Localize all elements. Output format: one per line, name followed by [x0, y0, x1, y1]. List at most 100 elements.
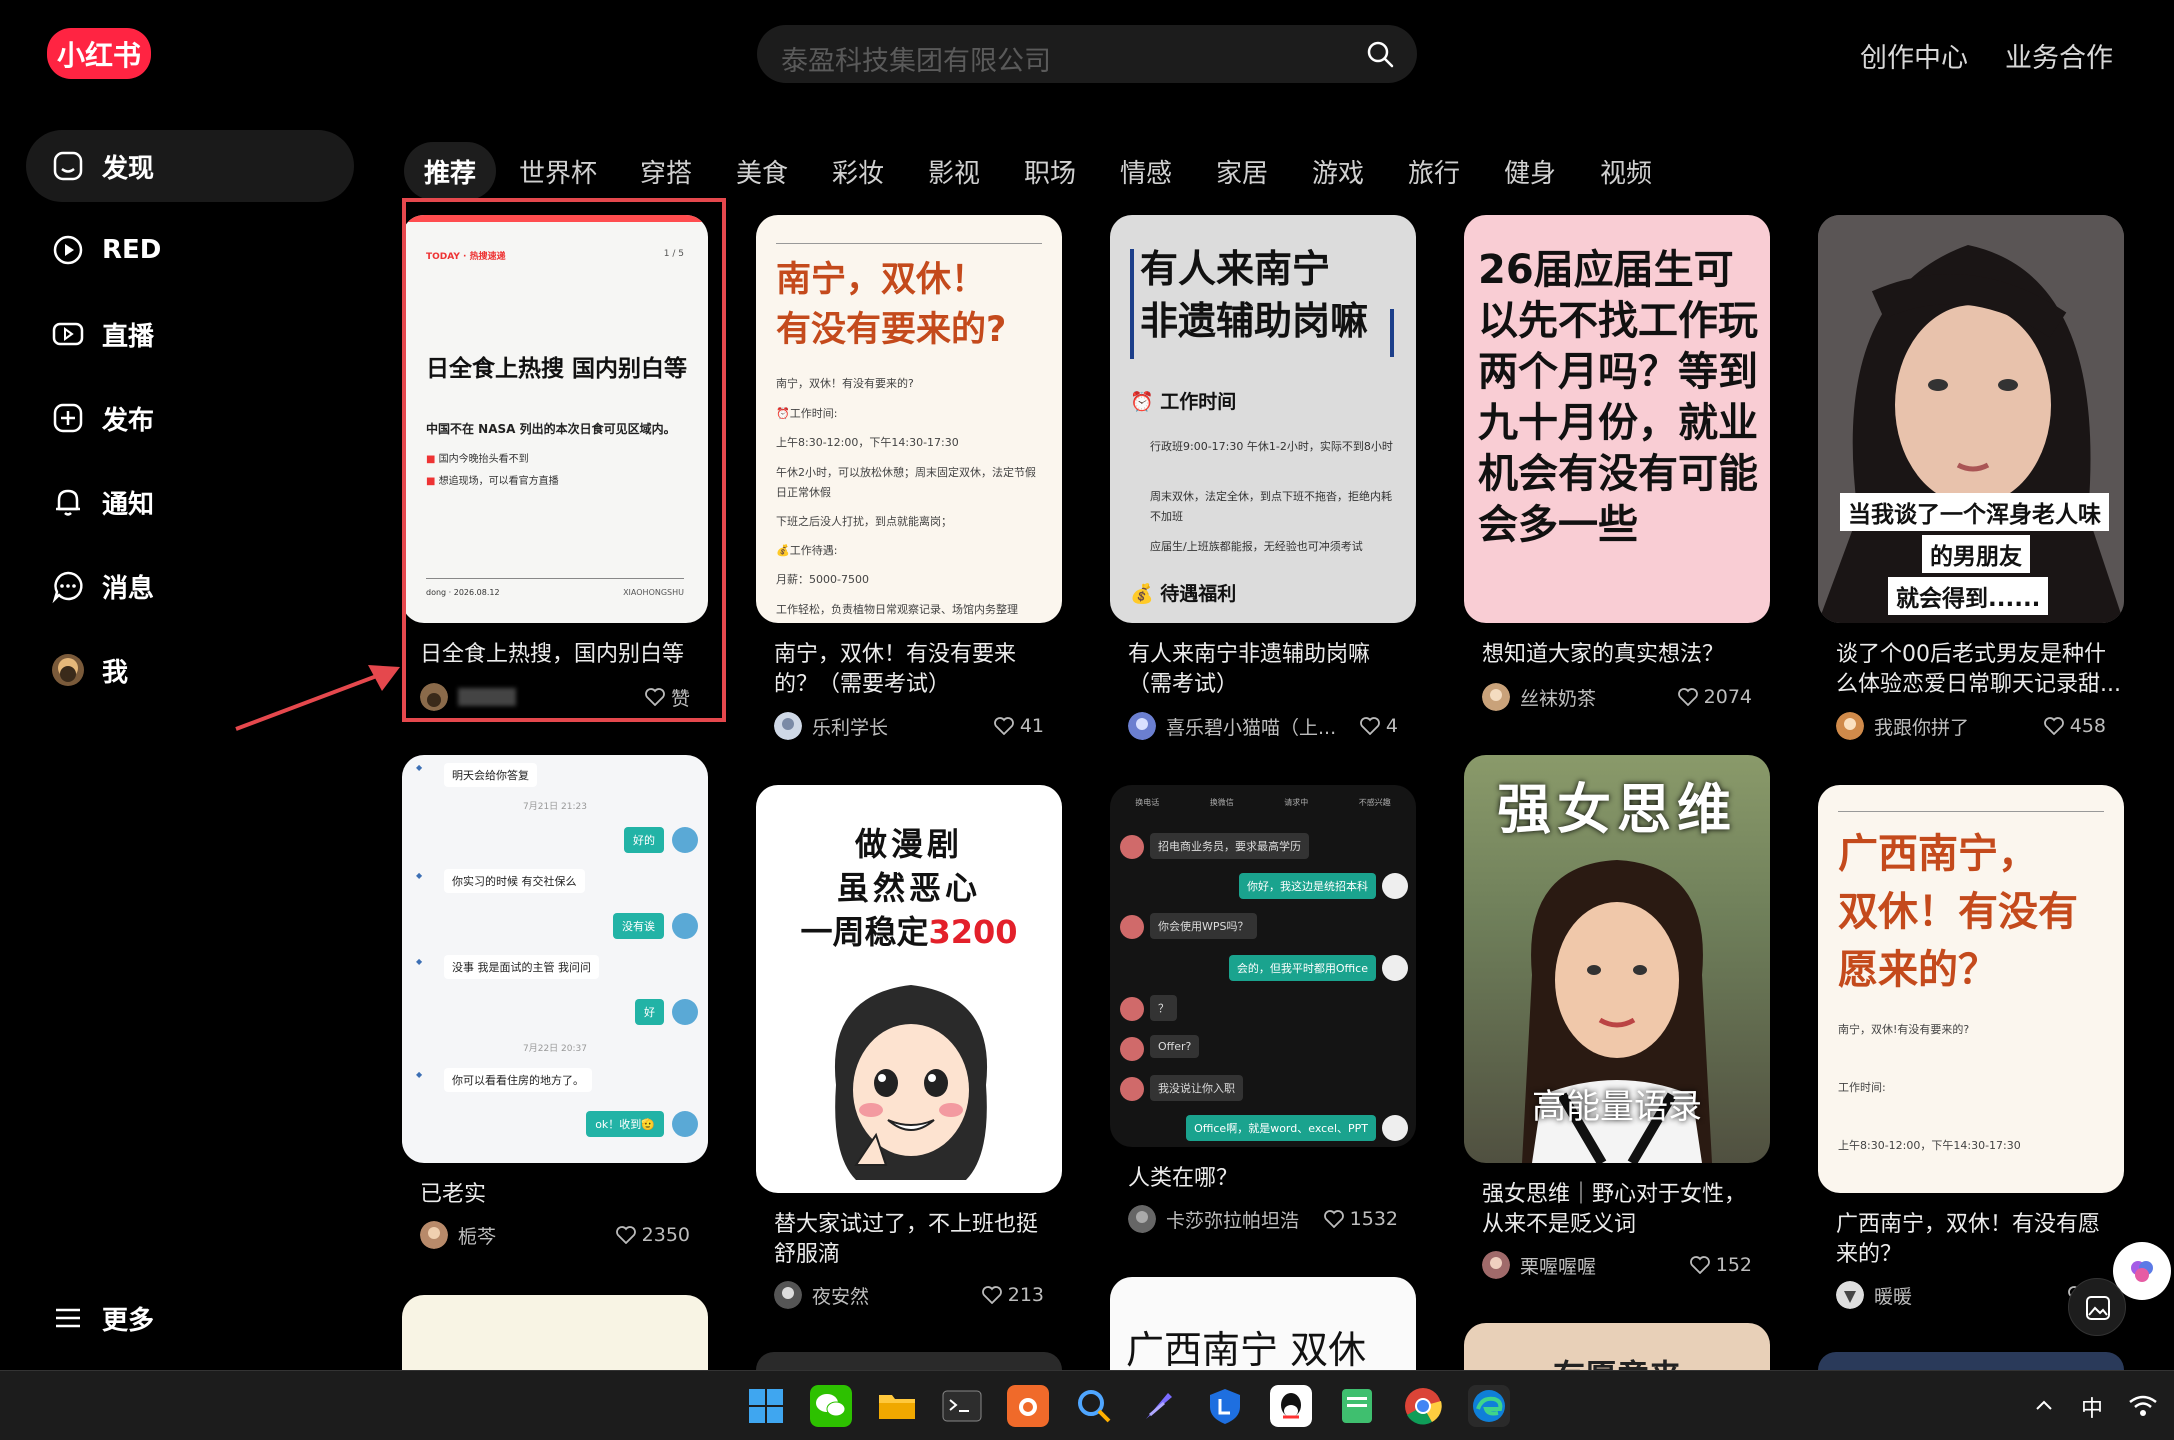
cover-line: 下班之后没人打扰，到点就能离岗；: [776, 515, 952, 528]
tab-fashion[interactable]: 穿搭: [626, 142, 706, 200]
card-cover[interactable]: 有愿意来: [1464, 1323, 1770, 1370]
heart-icon: [1360, 717, 1380, 735]
chrome-icon[interactable]: [1402, 1385, 1444, 1427]
card-cover[interactable]: 有人来南宁 非遗辅助岗嘛 ⏰ 工作时间 行政班9:00-17:30 午休1-2小…: [1110, 215, 1416, 623]
sidebar-label: RED: [102, 235, 162, 265]
feather-app-icon[interactable]: [1138, 1385, 1180, 1427]
card-author[interactable]: 卡莎弥拉帕坦浩: [1128, 1204, 1299, 1234]
tab-games[interactable]: 游戏: [1298, 142, 1378, 200]
card-author[interactable]: 暖暖: [1836, 1280, 1912, 1310]
search-icon[interactable]: [1365, 39, 1395, 69]
author-avatar: [1482, 1251, 1510, 1279]
tab-film[interactable]: 影视: [914, 142, 994, 200]
like-button[interactable]: 1532: [1323, 1204, 1398, 1234]
like-button[interactable]: 2350: [615, 1220, 690, 1250]
tab-makeup[interactable]: 彩妆: [818, 142, 898, 200]
wechat-icon[interactable]: [810, 1385, 852, 1427]
author-avatar: [1128, 712, 1156, 740]
sidebar-item-live[interactable]: 直播: [26, 298, 354, 370]
image-tool-button[interactable]: [2068, 1278, 2126, 1336]
sidebar-item-publish[interactable]: 发布: [26, 382, 354, 454]
sidebar-item-discover[interactable]: 发现: [26, 130, 354, 202]
chat-message: 我没说让你入职: [1150, 1075, 1243, 1101]
card-author[interactable]: 栗喔喔喔: [1482, 1250, 1596, 1280]
chat-message: 你可以看看住房的地方了。: [444, 1068, 592, 1092]
tab-food[interactable]: 美食: [722, 142, 802, 200]
card-title[interactable]: 已老实: [420, 1180, 705, 1210]
author-name: 乐利学长: [812, 716, 889, 739]
search-box[interactable]: 泰盈科技集团有限公司: [757, 25, 1417, 83]
heart-icon: [1689, 1256, 1710, 1274]
card-cover[interactable]: [402, 1295, 708, 1370]
cover-line: 💰工作待遇:: [776, 544, 838, 557]
card-cover[interactable]: 广西南宁， 双休！有没有 愿来的？ 南宁，双休!有没有要来的? 工作时间: 上午…: [1818, 785, 2124, 1193]
tab-travel[interactable]: 旅行: [1394, 142, 1474, 200]
card-title[interactable]: 强女思维｜野心对于女性，从来不是贬义词: [1482, 1180, 1767, 1240]
chevron-up-icon[interactable]: [2033, 1395, 2055, 1417]
card-cover[interactable]: 南宁，双休！ 有没有要来的? 南宁，双休！有没有要来的? ⏰工作时间: 上午8:…: [756, 215, 1062, 623]
card-title[interactable]: 南宁，双休！有没有要来的？（需要考试）: [774, 640, 1059, 700]
card-cover[interactable]: 做漫剧 虽然恶心 一周稳定3200: [756, 785, 1062, 1193]
card-cover[interactable]: 换电话 换微信 请求中 不感兴趣 招电商业务员，要求最高学历 你好，我这边是统招…: [1110, 785, 1416, 1147]
card-author[interactable]: 乐利学长: [774, 711, 888, 741]
tab-world-cup[interactable]: 世界杯: [510, 142, 606, 200]
card-author[interactable]: 我跟你拼了: [1836, 711, 1969, 741]
tab-emotion[interactable]: 情感: [1106, 142, 1186, 200]
tab-home[interactable]: 家居: [1202, 142, 1282, 200]
file-explorer-icon[interactable]: [876, 1385, 918, 1427]
terminal-icon[interactable]: [941, 1385, 983, 1427]
chat-message: 你会使用WPS吗？: [1150, 913, 1257, 939]
like-button[interactable]: 458: [2043, 711, 2106, 741]
xiaohongshu-logo[interactable]: 小红书: [47, 28, 151, 79]
chat-tab: 请求中: [1284, 798, 1309, 807]
search-app-icon[interactable]: [1073, 1385, 1115, 1427]
shield-app-icon[interactable]: [1204, 1385, 1246, 1427]
like-button[interactable]: 41: [993, 711, 1044, 741]
tab-recommend[interactable]: 推荐: [404, 142, 496, 200]
card-cover[interactable]: [1818, 1352, 2124, 1370]
card-cover[interactable]: 26届应届生可以先不找工作玩两个月吗？等到九十月份，就业机会有没有可能会多一些: [1464, 215, 1770, 623]
tab-workplace[interactable]: 职场: [1010, 142, 1090, 200]
card-author[interactable]: 喜乐碧小猫喵（上...: [1128, 711, 1336, 741]
card-cover[interactable]: ◆ 明天会给你答复 7月21日 21:23 好的 ◆ 你实习的时候 有交社保么 …: [402, 755, 708, 1163]
like-button[interactable]: 2074: [1677, 682, 1752, 712]
creator-center-link[interactable]: 创作中心: [1860, 36, 1968, 75]
like-button[interactable]: 213: [981, 1280, 1044, 1310]
notes-app-icon[interactable]: [1336, 1385, 1378, 1427]
search-input[interactable]: 泰盈科技集团有限公司: [781, 39, 1051, 78]
card-title[interactable]: 谈了个00后老式男友是种什么体验恋爱日常聊天记录甜...: [1836, 640, 2121, 700]
card-cover[interactable]: 当我谈了一个浑身老人味 的男朋友 就会得到......: [1818, 215, 2124, 623]
like-button[interactable]: 4: [1360, 711, 1398, 741]
sidebar-more[interactable]: 更多: [26, 1282, 354, 1354]
sidebar-item-messages[interactable]: 消息: [26, 550, 354, 622]
edge-icon[interactable]: [1468, 1385, 1510, 1427]
qq-icon[interactable]: [1270, 1385, 1312, 1427]
app-lobster-icon[interactable]: [1007, 1385, 1049, 1427]
chat-time: 7月21日 21:23: [523, 802, 587, 812]
card-title[interactable]: 替大家试过了，不上班也挺舒服滴: [774, 1210, 1059, 1270]
windows-start-icon[interactable]: [745, 1385, 787, 1427]
tab-video[interactable]: 视频: [1586, 142, 1666, 200]
card-title[interactable]: 有人来南宁非遗辅助岗嘛（需考试）: [1128, 640, 1413, 700]
card-cover[interactable]: 广西南宁 双休: [1110, 1277, 1416, 1370]
card-title[interactable]: 广西南宁，双休！有没有愿来的？: [1836, 1210, 2121, 1270]
cover-line: 周末双休，法定全休，到点下班不拖沓，拒绝内耗不加班: [1150, 490, 1392, 523]
wifi-icon[interactable]: [2128, 1393, 2158, 1419]
card-author[interactable]: 丝袜奶茶: [1482, 682, 1596, 712]
card-title[interactable]: 想知道大家的真实想法？: [1482, 640, 1767, 670]
cover-headline: 一周稳定3200: [800, 913, 1018, 951]
sidebar-item-red[interactable]: RED: [26, 214, 354, 286]
author-name: 丝袜奶茶: [1520, 687, 1597, 710]
card-title[interactable]: 人类在哪？: [1128, 1164, 1413, 1194]
sidebar-label: 我: [102, 657, 129, 688]
tab-fitness[interactable]: 健身: [1490, 142, 1570, 200]
card-cover[interactable]: [756, 1352, 1062, 1370]
ime-indicator[interactable]: 中: [2081, 1391, 2103, 1423]
cover-headline: 有没有要来的?: [776, 310, 1007, 350]
sidebar-item-notifications[interactable]: 通知: [26, 466, 354, 538]
card-author[interactable]: 栀芩: [420, 1220, 496, 1250]
card-cover[interactable]: 强女思维 高能量语录: [1464, 755, 1770, 1163]
card-author[interactable]: 夜安然: [774, 1280, 869, 1310]
business-link[interactable]: 业务合作: [2005, 36, 2113, 75]
like-button[interactable]: 152: [1689, 1250, 1752, 1280]
